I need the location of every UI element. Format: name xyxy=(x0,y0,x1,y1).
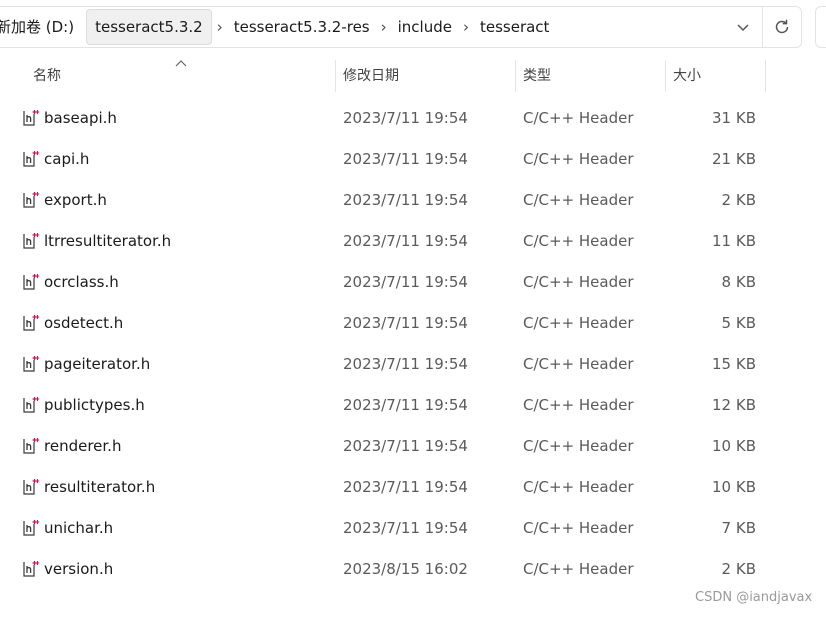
file-type: C/C++ Header xyxy=(523,150,634,168)
file-type: C/C++ Header xyxy=(523,519,634,537)
file-size: 10 KB xyxy=(712,478,756,496)
file-modified-date: 2023/7/11 19:54 xyxy=(343,396,468,414)
header-file-icon xyxy=(22,109,40,127)
breadcrumb-separator[interactable]: › xyxy=(376,18,392,36)
header-file-icon xyxy=(22,478,40,496)
file-name[interactable]: unichar.h xyxy=(44,508,113,549)
header-file-icon xyxy=(22,191,40,209)
file-type: C/C++ Header xyxy=(523,273,634,291)
header-file-icon xyxy=(22,560,40,578)
file-row[interactable]: version.h 2023/8/15 16:02 C/C++ Header 2 KB xyxy=(0,549,826,590)
file-type: C/C++ Header xyxy=(523,437,634,455)
column-header-date[interactable]: 修改日期 xyxy=(343,56,399,96)
file-row[interactable]: export.h 2023/7/11 19:54 C/C++ Header 2 KB xyxy=(0,180,826,221)
sort-ascending-icon xyxy=(175,60,187,67)
file-size: 11 KB xyxy=(712,232,756,250)
file-size: 5 KB xyxy=(721,314,756,332)
header-file-icon xyxy=(22,519,40,537)
file-type: C/C++ Header xyxy=(523,232,634,250)
column-divider[interactable] xyxy=(335,60,336,92)
watermark: CSDN @iandjavax xyxy=(695,590,813,605)
file-modified-date: 2023/7/11 19:54 xyxy=(343,150,468,168)
file-modified-date: 2023/7/11 19:54 xyxy=(343,355,468,373)
column-header-name[interactable]: 名称 xyxy=(33,56,61,96)
column-header-type[interactable]: 类型 xyxy=(523,56,551,96)
header-file-icon xyxy=(22,437,40,455)
file-name[interactable]: osdetect.h xyxy=(44,303,123,344)
file-size: 31 KB xyxy=(712,109,756,127)
file-type: C/C++ Header xyxy=(523,191,634,209)
file-name[interactable]: publictypes.h xyxy=(44,385,145,426)
search-box-edge[interactable] xyxy=(815,6,826,48)
column-divider[interactable] xyxy=(765,60,766,92)
file-type: C/C++ Header xyxy=(523,355,634,373)
file-name[interactable]: renderer.h xyxy=(44,426,121,467)
file-modified-date: 2023/7/11 19:54 xyxy=(343,519,468,537)
address-bar[interactable]: 新加卷 (D:) tesseract5.3.2 › tesseract5.3.2… xyxy=(0,6,802,48)
file-type: C/C++ Header xyxy=(523,109,634,127)
header-file-icon xyxy=(22,355,40,373)
file-modified-date: 2023/7/11 19:54 xyxy=(343,109,468,127)
file-row[interactable]: resultiterator.h 2023/7/11 19:54 C/C++ Hea… xyxy=(0,467,826,508)
breadcrumb: 新加卷 (D:) tesseract5.3.2 › tesseract5.3.2… xyxy=(0,7,555,47)
header-file-icon xyxy=(22,396,40,414)
file-name[interactable]: baseapi.h xyxy=(44,98,117,139)
breadcrumb-drive[interactable]: 新加卷 (D:) xyxy=(0,8,80,46)
column-header-size[interactable]: 大小 xyxy=(673,56,701,96)
file-modified-date: 2023/8/15 16:02 xyxy=(343,560,468,578)
chevron-down-icon xyxy=(737,24,749,32)
file-size: 8 KB xyxy=(721,273,756,291)
file-row[interactable]: ocrclass.h 2023/7/11 19:54 C/C++ Header 8 K… xyxy=(0,262,826,303)
header-file-icon xyxy=(22,273,40,291)
file-row[interactable]: renderer.h 2023/7/11 19:54 C/C++ Header 10 … xyxy=(0,426,826,467)
file-name[interactable]: capi.h xyxy=(44,139,89,180)
breadcrumb-tesseract[interactable]: tesseract xyxy=(474,8,555,46)
file-size: 2 KB xyxy=(721,560,756,578)
column-divider[interactable] xyxy=(665,60,666,92)
file-row[interactable]: unichar.h 2023/7/11 19:54 C/C++ Header 7 KB xyxy=(0,508,826,549)
file-size: 12 KB xyxy=(712,396,756,414)
address-history-dropdown[interactable] xyxy=(724,7,762,47)
file-type: C/C++ Header xyxy=(523,396,634,414)
file-row[interactable]: publictypes.h 2023/7/11 19:54 C/C++ Header… xyxy=(0,385,826,426)
file-modified-date: 2023/7/11 19:54 xyxy=(343,437,468,455)
file-name[interactable]: version.h xyxy=(44,549,113,590)
file-name[interactable]: export.h xyxy=(44,180,107,221)
file-name[interactable]: resultiterator.h xyxy=(44,467,155,508)
file-modified-date: 2023/7/11 19:54 xyxy=(343,478,468,496)
file-row[interactable]: pageiterator.h 2023/7/11 19:54 C/C++ Heade… xyxy=(0,344,826,385)
column-header: 名称 修改日期 类型 大小 xyxy=(0,56,826,96)
file-type: C/C++ Header xyxy=(523,478,634,496)
file-row[interactable]: baseapi.h 2023/7/11 19:54 C/C++ Header 31 K… xyxy=(0,98,826,139)
refresh-button[interactable] xyxy=(763,7,801,47)
file-size: 21 KB xyxy=(712,150,756,168)
file-name[interactable]: ocrclass.h xyxy=(44,262,119,303)
file-modified-date: 2023/7/11 19:54 xyxy=(343,191,468,209)
file-size: 7 KB xyxy=(721,519,756,537)
file-list: baseapi.h 2023/7/11 19:54 C/C++ Header 31 K… xyxy=(0,98,826,590)
breadcrumb-separator[interactable]: › xyxy=(458,18,474,36)
refresh-icon xyxy=(775,19,789,34)
file-name[interactable]: pageiterator.h xyxy=(44,344,150,385)
breadcrumb-separator[interactable]: › xyxy=(212,18,228,36)
file-row[interactable]: ltrresultiterator.h 2023/7/11 19:54 C/C++ … xyxy=(0,221,826,262)
header-file-icon xyxy=(22,314,40,332)
header-file-icon xyxy=(22,232,40,250)
file-modified-date: 2023/7/11 19:54 xyxy=(343,232,468,250)
file-size: 10 KB xyxy=(712,437,756,455)
column-divider[interactable] xyxy=(515,60,516,92)
file-row[interactable]: capi.h 2023/7/11 19:54 C/C++ Header 21 KB xyxy=(0,139,826,180)
file-size: 15 KB xyxy=(712,355,756,373)
breadcrumb-tesseract532[interactable]: tesseract5.3.2 xyxy=(86,9,212,45)
file-size: 2 KB xyxy=(721,191,756,209)
file-modified-date: 2023/7/11 19:54 xyxy=(343,314,468,332)
file-type: C/C++ Header xyxy=(523,560,634,578)
header-file-icon xyxy=(22,150,40,168)
file-row[interactable]: osdetect.h 2023/7/11 19:54 C/C++ Header 5 K… xyxy=(0,303,826,344)
file-type: C/C++ Header xyxy=(523,314,634,332)
breadcrumb-tesseract532-res[interactable]: tesseract5.3.2-res xyxy=(228,8,376,46)
file-name[interactable]: ltrresultiterator.h xyxy=(44,221,171,262)
breadcrumb-include[interactable]: include xyxy=(392,8,458,46)
file-modified-date: 2023/7/11 19:54 xyxy=(343,273,468,291)
